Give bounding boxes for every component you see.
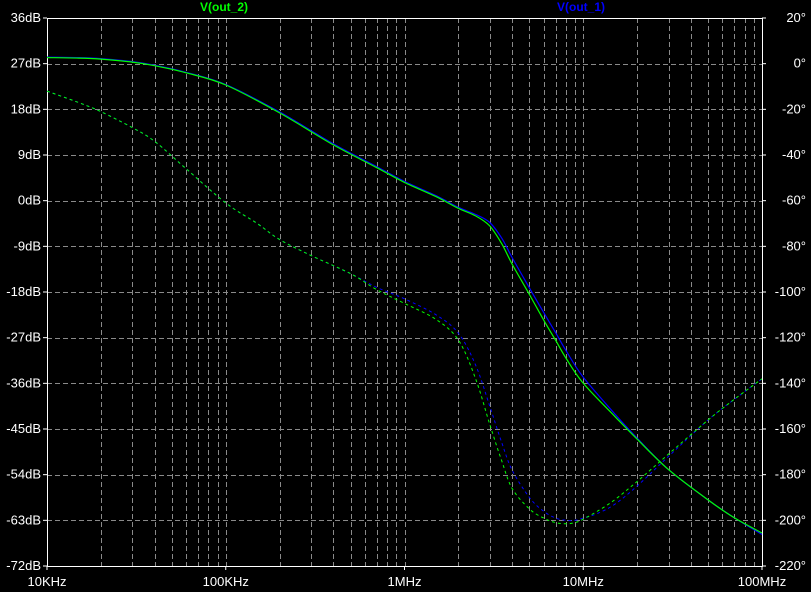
tick-label-left-y: -9dB [14,238,41,253]
tick-label-right-y: -100° [775,284,806,299]
tick-label-x: 10MHz [563,574,604,589]
tick-label-left-y: 9dB [18,147,41,162]
tick-label-left-y: -72dB [6,558,41,573]
tick-label-right-y: 20° [786,10,806,25]
tick-label-left-y: -27dB [6,330,41,345]
tick-label-right-y: -200° [775,512,806,527]
tick-label-right-y: -220° [775,558,806,573]
tick-label-right-y: -180° [775,467,806,482]
tick-label-left-y: 0dB [18,193,41,208]
tick-label-right-y: -40° [782,147,806,162]
phase-trace-v-out-2 [46,90,763,525]
magnitude-trace-v-out-2 [46,57,763,534]
tick-label-right-y: -120° [775,330,806,345]
grid [47,18,762,566]
tick-label-right-y: -140° [775,375,806,390]
tick-label-right-y: -160° [775,421,806,436]
traces [46,56,763,536]
tick-label-right-y: -20° [782,101,806,116]
tick-label-x: 100MHz [738,574,786,589]
tick-labels: 36dB 27dB 18dB 9dB 0dB -9dB -18dB -27dB -36dB -45… [6,10,806,589]
tick-label-left-y: -63dB [6,512,41,527]
tick-label-x: 10KHz [27,574,66,589]
magnitude-trace-v-out-1 [46,56,763,536]
tick-label-left-y: 18dB [11,101,41,116]
tick-label-right-y: 0° [794,56,806,71]
bode-plot[interactable]: 36dB 27dB 18dB 9dB 0dB -9dB -18dB -27dB -36dB -45… [0,0,811,592]
tick-label-x: 100KHz [203,574,249,589]
tick-label-x: 1MHz [388,574,422,589]
tick-label-left-y: -45dB [6,421,41,436]
tick-label-left-y: -18dB [6,284,41,299]
tick-label-left-y: 27dB [11,56,41,71]
tick-label-left-y: -36dB [6,375,41,390]
tick-label-right-y: -60° [782,193,806,208]
tick-label-left-y: 36dB [11,10,41,25]
tick-label-right-y: -80° [782,238,806,253]
tick-label-left-y: -54dB [6,467,41,482]
